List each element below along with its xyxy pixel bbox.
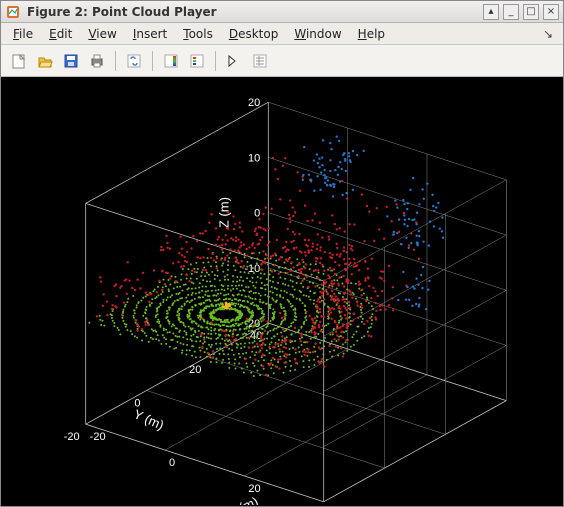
svg-text:X (m): X (m) [225,494,260,505]
rollup-button[interactable]: ▴ [483,4,499,20]
link-plot-button[interactable] [122,49,146,73]
toolbar-separator [115,51,116,71]
open-button[interactable] [33,49,57,73]
title-bar: Figure 2: Point Cloud Player ▴ _ □ × [1,1,563,23]
menu-tools[interactable]: Tools [177,25,219,43]
menu-edit[interactable]: Edit [43,25,78,43]
menu-desktop[interactable]: Desktop [223,25,285,43]
toolbar-separator [152,51,153,71]
window-title: Figure 2: Point Cloud Player [27,5,483,19]
menu-view[interactable]: View [82,25,122,43]
save-button[interactable] [59,49,83,73]
print-button[interactable] [85,49,109,73]
app-icon [5,4,21,20]
svg-text:20: 20 [248,97,260,109]
maximize-button[interactable]: □ [523,4,539,20]
minimize-button[interactable]: _ [503,4,519,20]
menu-window[interactable]: Window [288,25,347,43]
window-controls: ▴ _ □ × [483,4,559,20]
toolbar [1,45,563,77]
svg-text:0: 0 [254,208,260,220]
svg-text:0: 0 [169,457,175,469]
menu-bar: File Edit View Insert Tools Desktop Wind… [1,23,563,45]
svg-text:-20: -20 [64,431,80,443]
svg-text:10: 10 [248,152,260,164]
property-inspector-button[interactable] [248,49,272,73]
edit-plot-button[interactable] [222,49,246,73]
point-cloud-axes[interactable]: -20-1001020-2002040-2002040Z (m)Y (m)X (… [1,77,563,505]
toolbar-separator [215,51,216,71]
new-figure-button[interactable] [7,49,31,73]
figure-canvas[interactable]: -20-1001020-2002040-2002040Z (m)Y (m)X (… [1,77,563,506]
svg-text:-20: -20 [90,431,106,443]
dock-arrow-icon[interactable]: ↘ [543,27,557,41]
menu-help[interactable]: Help [352,25,391,43]
svg-text:20: 20 [248,483,260,495]
insert-legend-button[interactable] [185,49,209,73]
figure-window: Figure 2: Point Cloud Player ▴ _ □ × Fil… [0,0,564,507]
close-button[interactable]: × [543,4,559,20]
menu-file[interactable]: File [7,25,39,43]
menu-insert[interactable]: Insert [127,25,173,43]
svg-text:Y (m): Y (m) [131,406,166,433]
svg-text:20: 20 [189,364,201,376]
insert-colorbar-button[interactable] [159,49,183,73]
